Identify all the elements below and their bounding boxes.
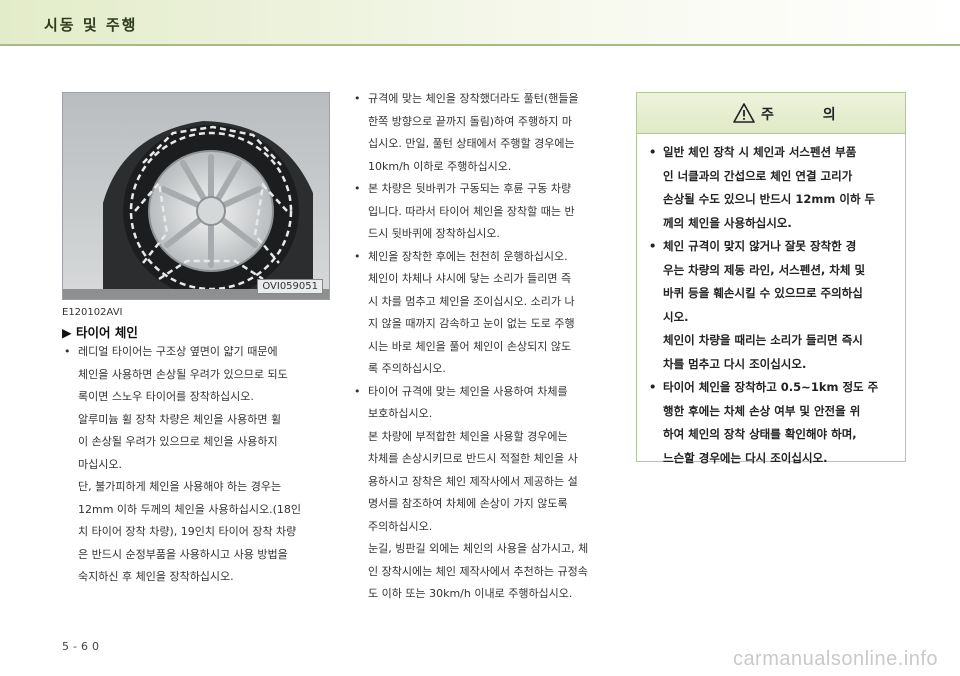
bullet-line: 일반 체인 장착 시 체인과 서스펜션 부품: [647, 141, 897, 165]
bullet-line: 체인 규격이 맞지 않거나 잘못 장착한 경: [647, 235, 897, 259]
section-ref-id: E120102AVI: [62, 307, 123, 318]
text-line: 행한 후에는 차체 손상 여부 및 안전을 위: [663, 403, 861, 418]
text-line: 드시 뒷바퀴에 장착하십시오.: [368, 227, 500, 240]
caution-header: 주 의: [637, 93, 905, 134]
text-line: 이 손상될 우려가 있으므로 체인을 사용하지: [78, 435, 278, 448]
bullet-line: 타이어 체인을 장착하고 0.5~1km 정도 주: [647, 376, 897, 400]
text-line: 손상될 수도 있으니 반드시 12mm 이하 두: [663, 192, 876, 206]
text-line: 지 않을 때까지 감속하고 눈이 없는 도로 주행: [368, 317, 575, 330]
section-heading: ▶ 타이어 체인: [62, 325, 138, 340]
header-band: [0, 0, 960, 44]
text-line: 께의 체인을 사용하십시오.: [663, 215, 792, 230]
text-line: 하여 체인의 장착 상태를 확인해야 하며,: [663, 427, 857, 441]
text-line: 바퀴 등을 훼손시킬 수 있으므로 주의하십: [663, 286, 863, 300]
tire-chain-photo: OVI059051: [62, 92, 330, 300]
page-header: 시동 및 주행: [0, 0, 960, 46]
text-line: 인 너클과의 간섭으로 체인 연결 고리가: [663, 168, 853, 183]
section-title: 시동 및 주행: [44, 16, 138, 34]
text-line: 인 장착시에는 체인 제작사에서 추천하는 규정속: [368, 564, 588, 578]
text-line: 단, 불가피하게 체인을 사용해야 하는 경우는: [78, 480, 282, 493]
text-line: 치 타이어 장착 차량), 19인치 타이어 장착 차량: [78, 525, 297, 538]
warning-triangle-icon: [733, 103, 755, 123]
text-line: 차체를 손상시키므로 반드시 적절한 체인을 사: [368, 452, 578, 465]
bullet-line: 체인을 장착한 후에는 천천히 운행하십시오.: [352, 246, 618, 269]
text-line: 시 차를 멈추고 체인을 조이십시오. 소리가 나: [368, 294, 575, 308]
text-line: 보호하십시오.: [368, 407, 433, 420]
bullet-line: 규격에 맞는 체인을 장착했더라도 풀턴(핸들을: [352, 88, 618, 111]
middle-column-text: 규격에 맞는 체인을 장착했더라도 풀턴(핸들을한쪽 방향으로 끝까지 돌림)하…: [352, 88, 618, 606]
text-line: 록이면 스노우 타이어를 장착하십시오.: [78, 390, 254, 403]
header-divider: [0, 44, 960, 46]
text-line: 한쪽 방향으로 끝까지 돌림)하여 주행하지 마: [368, 114, 572, 128]
text-line: 12mm 이하 두께의 체인을 사용하십시오.(18인: [78, 502, 301, 516]
text-line: 입니다. 따라서 타이어 체인을 장착할 때는 반: [368, 204, 575, 218]
caution-body: 일반 체인 장착 시 체인과 서스펜션 부품인 너클과의 간섭으로 체인 연결 …: [647, 141, 897, 470]
text-line: 체인이 차체나 샤시에 닿는 소리가 들리면 즉: [368, 272, 572, 285]
page-number: 5-60: [62, 640, 103, 653]
text-line: 10km/h 이하로 주행하십시오.: [368, 159, 512, 173]
text-line: 십시오. 만일, 풀턴 상태에서 주행할 경우에는: [368, 137, 575, 150]
caution-title: 주 의: [761, 107, 858, 123]
site-watermark: carmanualsonline.info: [732, 648, 938, 670]
tire-chain-illustration: [63, 93, 329, 299]
text-line: 느슨할 경우에는 다시 조이십시오.: [663, 450, 828, 465]
text-line: 차를 멈추고 다시 조이십시오.: [663, 356, 807, 371]
text-line: 체인을 사용하면 손상될 우려가 있으므로 되도: [78, 367, 288, 381]
text-line: 은 반드시 순정부품을 사용하시고 사용 방법을: [78, 547, 288, 561]
text-line: 록 주의하십시오.: [368, 362, 446, 375]
bullet-line: 타이어 규격에 맞는 체인을 사용하여 차체를: [352, 381, 618, 404]
text-line: 도 이하 또는 30km/h 이내로 주행하십시오.: [368, 587, 573, 600]
text-line: 주의하십시오.: [368, 519, 433, 533]
text-line: 눈길, 빙판길 외에는 체인의 사용을 삼가시고, 체: [368, 542, 589, 555]
text-line: 시오.: [663, 309, 689, 324]
text-line: 마십시오.: [78, 457, 122, 471]
bullet-line: 본 차량은 뒷바퀴가 구동되는 후륜 구동 차량: [352, 178, 618, 201]
text-line: 알루미늄 휠 장착 차량은 체인을 사용하면 휠: [78, 412, 282, 426]
text-line: 본 차량에 부적합한 체인을 사용할 경우에는: [368, 429, 568, 443]
text-line: 체인이 차량을 때리는 소리가 들리면 즉시: [663, 333, 863, 347]
text-line: 시는 바로 체인을 풀어 체인이 손상되지 않도: [368, 339, 572, 353]
text-line: 용하시고 장착은 체인 제작사에서 제공하는 설: [368, 474, 578, 488]
bullet-line: 레디얼 타이어는 구조상 옆면이 얇기 때문에: [62, 341, 340, 364]
text-line: 숙지하신 후 체인을 장착하십시오.: [78, 570, 234, 583]
caution-box: 주 의 일반 체인 장착 시 체인과 서스펜션 부품인 너클과의 간섭으로 체인…: [636, 92, 906, 465]
left-column-text: 레디얼 타이어는 구조상 옆면이 얇기 때문에체인을 사용하면 손상될 우려가 …: [62, 341, 340, 589]
text-line: 우는 차량의 제동 라인, 서스펜션, 차체 및: [663, 262, 866, 277]
text-line: 명서를 참조하여 차체에 손상이 가지 않도록: [368, 497, 568, 510]
figure-code: OVI059051: [257, 279, 323, 294]
